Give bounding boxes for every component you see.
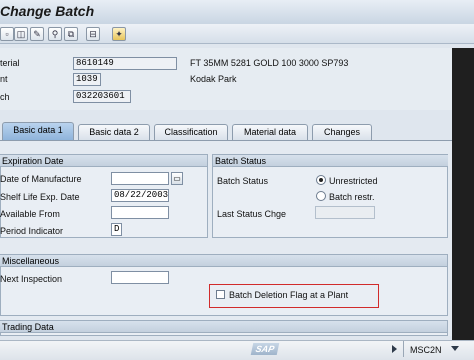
available-from-field[interactable] <box>111 206 169 219</box>
classification-icon[interactable]: ⚲ <box>48 27 62 41</box>
tab-changes[interactable]: Changes <box>312 124 372 140</box>
date-of-manufacture-field[interactable] <box>111 172 169 185</box>
miscellaneous-header: Miscellaneous <box>0 255 447 267</box>
shelf-life-exp-date-field[interactable]: 08/22/2003 <box>111 189 169 202</box>
document-icon[interactable]: ▫ <box>0 27 14 41</box>
last-status-change-field <box>315 206 375 219</box>
material-label: terial <box>0 58 20 68</box>
play-triangle-icon[interactable] <box>392 345 397 353</box>
next-inspection-label: Next Inspection <box>0 274 63 284</box>
calendar-icon[interactable]: ▭ <box>171 172 183 185</box>
batch-deletion-flag-checkbox[interactable] <box>216 290 225 299</box>
batch-status-header: Batch Status <box>213 155 448 167</box>
chevron-down-icon[interactable] <box>451 346 459 351</box>
period-indicator-label: Period Indicator <box>0 226 64 236</box>
plant-description: Kodak Park <box>190 74 237 84</box>
transaction-code: MSC2N <box>410 345 442 355</box>
status-divider <box>403 341 404 357</box>
window-edge <box>452 48 474 340</box>
last-status-change-label: Last Status Chge <box>217 209 287 219</box>
display-icon[interactable]: ◫ <box>14 27 28 41</box>
trading-data-header: Trading Data <box>0 321 447 333</box>
unrestricted-label: Unrestricted <box>329 176 378 186</box>
date-of-manufacture-label: Date of Manufacture <box>0 174 82 184</box>
batch-deletion-flag-label: Batch Deletion Flag at a Plant <box>229 290 349 300</box>
plant-label: nt <box>0 74 8 84</box>
batch-label: ch <box>0 92 10 102</box>
available-from-label: Available From <box>0 209 60 219</box>
page-title: Change Batch <box>0 3 95 19</box>
batch-restricted-radio[interactable] <box>316 191 326 201</box>
period-indicator-field[interactable]: D <box>111 223 122 236</box>
where-used-icon[interactable]: ✦ <box>112 27 126 41</box>
batch-status-label: Batch Status <box>217 176 269 186</box>
next-inspection-field[interactable] <box>111 271 169 284</box>
material-field[interactable]: 8610149 <box>73 57 177 70</box>
batch-restricted-label: Batch restr. <box>329 192 375 202</box>
expiration-date-header: Expiration Date <box>0 155 207 167</box>
tab-material-data[interactable]: Material data <box>232 124 308 140</box>
plant-field[interactable]: 1039 <box>73 73 101 86</box>
sap-logo: SAP <box>250 343 280 355</box>
unrestricted-radio[interactable] <box>316 175 326 185</box>
tab-classification[interactable]: Classification <box>154 124 228 140</box>
tab-basic-data-2[interactable]: Basic data 2 <box>78 124 150 140</box>
material-description: FT 35MM 5281 GOLD 100 3000 SP793 <box>190 58 349 68</box>
tab-basic-data-1[interactable]: Basic data 1 <box>2 122 74 140</box>
edit-icon[interactable]: ✎ <box>30 27 44 41</box>
shelf-life-exp-date-label: Shelf Life Exp. Date <box>0 192 80 202</box>
batch-field[interactable]: 032203601 <box>73 90 131 103</box>
copy-icon[interactable]: ⧉ <box>64 27 78 41</box>
delete-icon[interactable]: ⊟ <box>86 27 100 41</box>
